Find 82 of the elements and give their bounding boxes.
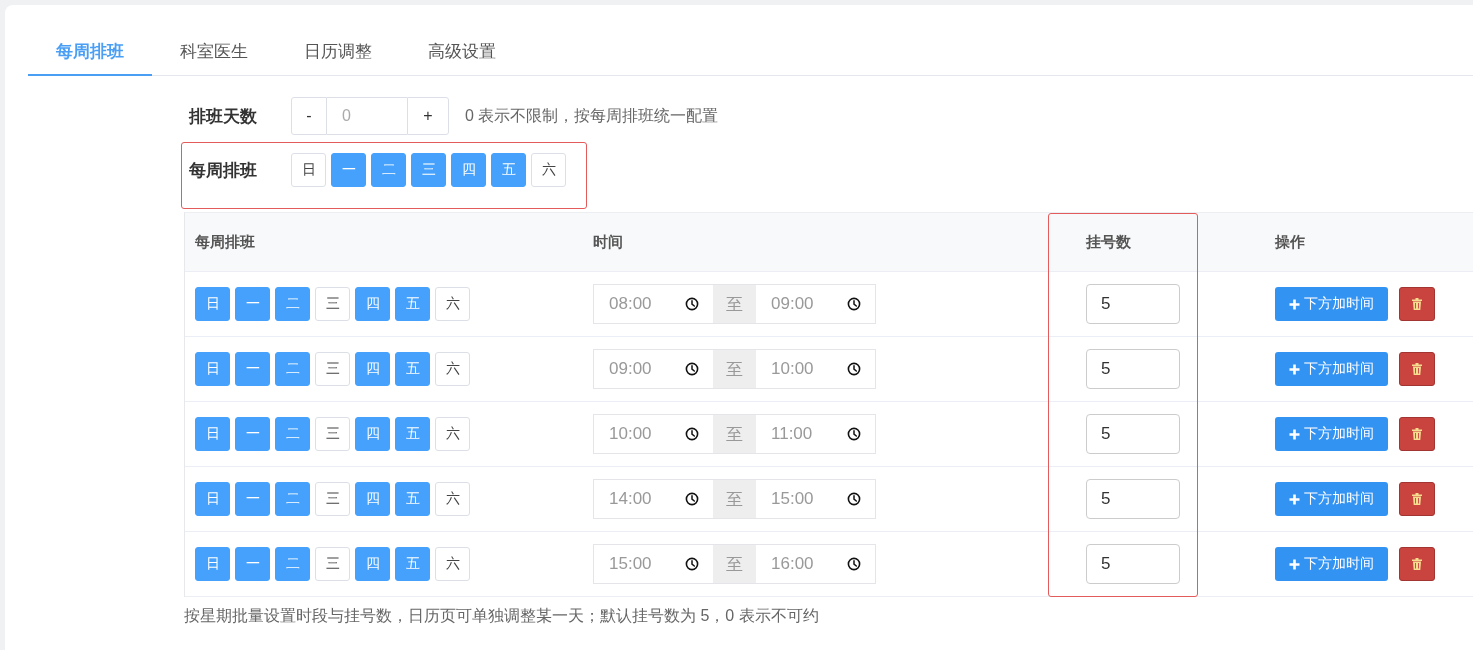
delete-button[interactable] bbox=[1399, 482, 1435, 516]
weekday-button[interactable]: 四 bbox=[355, 417, 390, 451]
hint-text: 0 表示不限制，按每周排班统一配置 bbox=[465, 105, 719, 126]
quota-field[interactable]: 5 bbox=[1086, 284, 1180, 324]
trash-icon bbox=[1412, 428, 1422, 440]
add-button[interactable]: 下方加时间 bbox=[1275, 352, 1388, 386]
column-header: 操作 bbox=[1198, 213, 1473, 272]
trash-icon bbox=[1412, 363, 1422, 375]
weekday-button[interactable]: 四 bbox=[355, 287, 390, 321]
weekday-button[interactable]: 一 bbox=[235, 287, 270, 321]
weekday-button[interactable]: 五 bbox=[491, 153, 526, 187]
column-header: 每周排班 bbox=[185, 213, 583, 272]
quota-field[interactable]: 5 bbox=[1086, 349, 1180, 389]
weekday-button[interactable]: 二 bbox=[275, 417, 310, 451]
plus-icon bbox=[1289, 493, 1300, 505]
add-button[interactable]: 下方加时间 bbox=[1275, 482, 1388, 516]
weekday-button[interactable]: 一 bbox=[331, 153, 366, 187]
weekday-button[interactable]: 三 bbox=[315, 352, 350, 386]
delete-button[interactable] bbox=[1399, 287, 1435, 321]
weekday-button[interactable]: 六 bbox=[435, 417, 470, 451]
weekday-button[interactable]: 四 bbox=[355, 482, 390, 516]
weekday-button[interactable]: 五 bbox=[395, 547, 430, 581]
weekday-button[interactable]: 日 bbox=[195, 417, 230, 451]
weekday-button[interactable]: 六 bbox=[435, 352, 470, 386]
weekday-button[interactable]: 一 bbox=[235, 482, 270, 516]
weekday-button[interactable]: 日 bbox=[195, 287, 230, 321]
delete-button[interactable] bbox=[1399, 417, 1435, 451]
add-button[interactable]: 下方加时间 bbox=[1275, 417, 1388, 451]
weekday-button[interactable]: 一 bbox=[235, 547, 270, 581]
plus-icon bbox=[1289, 428, 1300, 440]
weekday-button[interactable]: 二 bbox=[371, 153, 406, 187]
weekday-button[interactable]: 五 bbox=[395, 352, 430, 386]
weekday-button[interactable]: 二 bbox=[275, 547, 310, 581]
weekday-button[interactable]: 二 bbox=[275, 352, 310, 386]
weekday-button[interactable]: 三 bbox=[315, 482, 350, 516]
tab[interactable]: 科室医生 bbox=[152, 28, 276, 76]
plus-icon bbox=[1289, 363, 1300, 375]
weekday-button[interactable]: 三 bbox=[315, 417, 350, 451]
weekday-button[interactable]: 日 bbox=[195, 482, 230, 516]
weekday-button[interactable]: 二 bbox=[275, 287, 310, 321]
column-header: 挂号数 bbox=[1048, 213, 1198, 272]
weekday-button[interactable]: 五 bbox=[395, 417, 430, 451]
plus-icon bbox=[1289, 558, 1300, 570]
increment-button[interactable]: + bbox=[407, 97, 449, 135]
tab[interactable]: 日历调整 bbox=[276, 28, 400, 76]
weekday-button[interactable]: 日 bbox=[195, 547, 230, 581]
number-input[interactable]: 0 bbox=[327, 97, 407, 135]
footer-note: 按星期批量设置时段与挂号数，日历页可单独调整某一天；默认挂号数为 5，0 表示不可约 bbox=[184, 607, 819, 624]
weekday-button[interactable]: 三 bbox=[315, 287, 350, 321]
weekday-button[interactable]: 六 bbox=[531, 153, 566, 187]
add-button[interactable]: 下方加时间 bbox=[1275, 287, 1388, 321]
plus-icon bbox=[1289, 298, 1300, 310]
weekday-button[interactable]: 四 bbox=[451, 153, 486, 187]
column-header: 时间 bbox=[583, 213, 1048, 272]
weekday-button[interactable]: 六 bbox=[435, 287, 470, 321]
decrement-button[interactable]: - bbox=[291, 97, 327, 135]
weekday-button[interactable]: 日 bbox=[291, 153, 326, 187]
form-label: 排班天数 bbox=[189, 105, 258, 128]
weekday-button[interactable]: 日 bbox=[195, 352, 230, 386]
weekday-button[interactable]: 二 bbox=[275, 482, 310, 516]
weekday-button[interactable]: 一 bbox=[235, 417, 270, 451]
weekday-button[interactable]: 六 bbox=[435, 482, 470, 516]
weekday-button[interactable]: 五 bbox=[395, 287, 430, 321]
weekday-button[interactable]: 三 bbox=[411, 153, 446, 187]
weekday-button[interactable]: 六 bbox=[435, 547, 470, 581]
quota-field[interactable]: 5 bbox=[1086, 414, 1180, 454]
tab[interactable]: 高级设置 bbox=[400, 28, 524, 76]
weekday-button[interactable]: 五 bbox=[395, 482, 430, 516]
weekday-button[interactable]: 四 bbox=[355, 547, 390, 581]
quota-field[interactable]: 5 bbox=[1086, 544, 1180, 584]
form-label: 每周排班 bbox=[189, 159, 258, 182]
tab[interactable]: 每周排班 bbox=[28, 28, 152, 76]
trash-icon bbox=[1412, 298, 1422, 310]
trash-icon bbox=[1412, 558, 1422, 570]
weekday-button[interactable]: 四 bbox=[355, 352, 390, 386]
quota-field[interactable]: 5 bbox=[1086, 479, 1180, 519]
delete-button[interactable] bbox=[1399, 547, 1435, 581]
delete-button[interactable] bbox=[1399, 352, 1435, 386]
add-button[interactable]: 下方加时间 bbox=[1275, 547, 1388, 581]
weekday-button[interactable]: 一 bbox=[235, 352, 270, 386]
weekday-button[interactable]: 三 bbox=[315, 547, 350, 581]
trash-icon bbox=[1412, 493, 1422, 505]
